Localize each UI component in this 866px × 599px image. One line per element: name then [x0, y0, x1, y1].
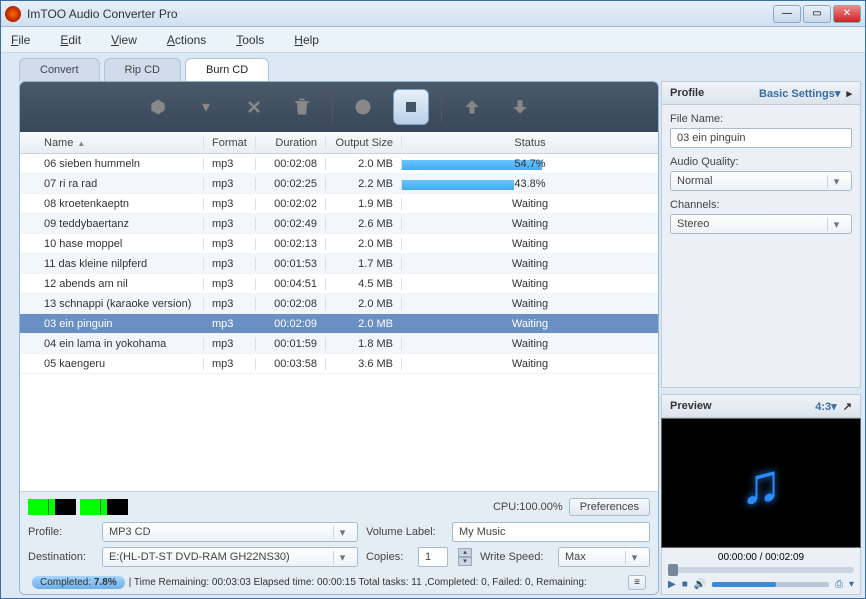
move-up-button[interactable]: [454, 89, 490, 125]
volume-label: Volume Label:: [366, 526, 444, 538]
file-list[interactable]: 06 sieben hummeln mp3 00:02:08 2.0 MB 54…: [20, 154, 658, 491]
stop-button[interactable]: [393, 89, 429, 125]
add-music-button[interactable]: [140, 89, 176, 125]
volume-label-input[interactable]: My Music: [452, 522, 650, 542]
tabs: ConvertRip CDBurn CD: [1, 53, 865, 81]
menubar: File Edit View Actions Tools Help: [1, 27, 865, 53]
col-output-size[interactable]: Output Size: [326, 137, 402, 149]
table-row[interactable]: 06 sieben hummeln mp3 00:02:08 2.0 MB 54…: [20, 154, 658, 174]
table-row[interactable]: 11 das kleine nilpferd mp3 00:01:53 1.7 …: [20, 254, 658, 274]
popout-icon[interactable]: ↗: [843, 401, 852, 413]
destination-label: Destination:: [28, 551, 94, 563]
volume-slider[interactable]: [712, 582, 829, 587]
menu-actions[interactable]: Actions: [167, 33, 206, 47]
close-button[interactable]: ✕: [833, 5, 861, 23]
titlebar[interactable]: ImTOO Audio Converter Pro — ▭ ✕: [1, 1, 865, 27]
minimize-button[interactable]: —: [773, 5, 801, 23]
aspect-select[interactable]: 4:3▾: [815, 401, 836, 413]
copies-input[interactable]: 1: [418, 547, 448, 567]
write-speed-label: Write Speed:: [480, 551, 550, 563]
menu-file[interactable]: File: [11, 33, 30, 47]
preferences-button[interactable]: Preferences: [569, 498, 650, 516]
copies-up[interactable]: ▴: [458, 548, 472, 557]
col-name[interactable]: Name▲: [36, 137, 204, 149]
cpu-core-meter: [28, 499, 76, 515]
menu-view[interactable]: View: [111, 33, 137, 47]
profile-label: Profile:: [28, 526, 94, 538]
toolbar: ▾: [20, 82, 658, 132]
audio-quality-label: Audio Quality:: [670, 156, 852, 168]
table-row[interactable]: 07 ri ra rad mp3 00:02:25 2.2 MB 43.8%: [20, 174, 658, 194]
table-row[interactable]: 12 abends am nil mp3 00:04:51 4.5 MB Wai…: [20, 274, 658, 294]
expand-icon[interactable]: ▸: [846, 88, 852, 100]
audio-quality-select[interactable]: Normal▾: [670, 171, 852, 191]
tab-burn-cd[interactable]: Burn CD: [185, 58, 269, 81]
basic-settings-link[interactable]: Basic Settings▾: [759, 88, 840, 100]
preview-time: 00:00:00 / 00:02:09: [668, 552, 854, 563]
write-speed-select[interactable]: Max▾: [558, 547, 650, 567]
burn-button[interactable]: [345, 89, 381, 125]
remove-button[interactable]: [236, 89, 272, 125]
profile-panel-header: Profile Basic Settings▾ ▸: [661, 81, 861, 105]
destination-select[interactable]: E:(HL-DT-ST DVD-RAM GH22NS30)▾: [102, 547, 358, 567]
preview-panel-header: Preview 4:3▾ ↗: [661, 394, 861, 418]
table-row[interactable]: 10 hase moppel mp3 00:02:13 2.0 MB Waiti…: [20, 234, 658, 254]
menu-edit[interactable]: Edit: [60, 33, 81, 47]
col-duration[interactable]: Duration: [256, 137, 326, 149]
trash-button[interactable]: [284, 89, 320, 125]
copies-label: Copies:: [366, 551, 410, 563]
filename-input[interactable]: 03 ein pinguin: [670, 128, 852, 148]
tab-rip-cd[interactable]: Rip CD: [104, 58, 181, 81]
table-row[interactable]: 03 ein pinguin mp3 00:02:09 2.0 MB Waiti…: [20, 314, 658, 334]
column-header: Name▲ Format Duration Output Size Status: [20, 132, 658, 154]
maximize-button[interactable]: ▭: [803, 5, 831, 23]
tab-convert[interactable]: Convert: [19, 58, 100, 81]
menu-tools[interactable]: Tools: [236, 33, 264, 47]
window-title: ImTOO Audio Converter Pro: [27, 7, 773, 21]
play-button[interactable]: ▶: [668, 579, 676, 590]
cpu-core-meter: [80, 499, 128, 515]
filename-label: File Name:: [670, 113, 852, 125]
table-row[interactable]: 04 ein lama in yokohama mp3 00:01:59 1.8…: [20, 334, 658, 354]
profile-select[interactable]: MP3 CD▾: [102, 522, 358, 542]
table-row[interactable]: 05 kaengeru mp3 00:03:58 3.6 MB Waiting: [20, 354, 658, 374]
status-menu-button[interactable]: ≡: [628, 575, 646, 590]
col-format[interactable]: Format: [204, 137, 256, 149]
profile-panel: File Name: 03 ein pinguin Audio Quality:…: [661, 105, 861, 388]
status-bar: Completed: 7.8% | Time Remaining: 00:03:…: [28, 572, 650, 592]
move-down-button[interactable]: [502, 89, 538, 125]
menu-help[interactable]: Help: [294, 33, 319, 47]
channels-select[interactable]: Stereo▾: [670, 214, 852, 234]
preview-canvas: ♫: [661, 418, 861, 548]
music-note-icon: ♫: [740, 451, 782, 516]
cpu-label: CPU:100.00%: [493, 501, 563, 513]
table-row[interactable]: 13 schnappi (karaoke version) mp3 00:02:…: [20, 294, 658, 314]
snapshot-button[interactable]: ⎙: [835, 579, 843, 590]
app-icon: [5, 6, 21, 22]
copies-down[interactable]: ▾: [458, 557, 472, 566]
table-row[interactable]: 09 teddybaertanz mp3 00:02:49 2.6 MB Wai…: [20, 214, 658, 234]
dropdown-arrow-icon[interactable]: ▾: [188, 89, 224, 125]
stop-playback-button[interactable]: ■: [682, 579, 688, 590]
table-row[interactable]: 08 kroetenkaeptn mp3 00:02:02 1.9 MB Wai…: [20, 194, 658, 214]
volume-icon[interactable]: 🔊: [694, 579, 706, 590]
seek-bar[interactable]: [668, 567, 854, 573]
col-status[interactable]: Status: [402, 137, 658, 149]
channels-label: Channels:: [670, 199, 852, 211]
